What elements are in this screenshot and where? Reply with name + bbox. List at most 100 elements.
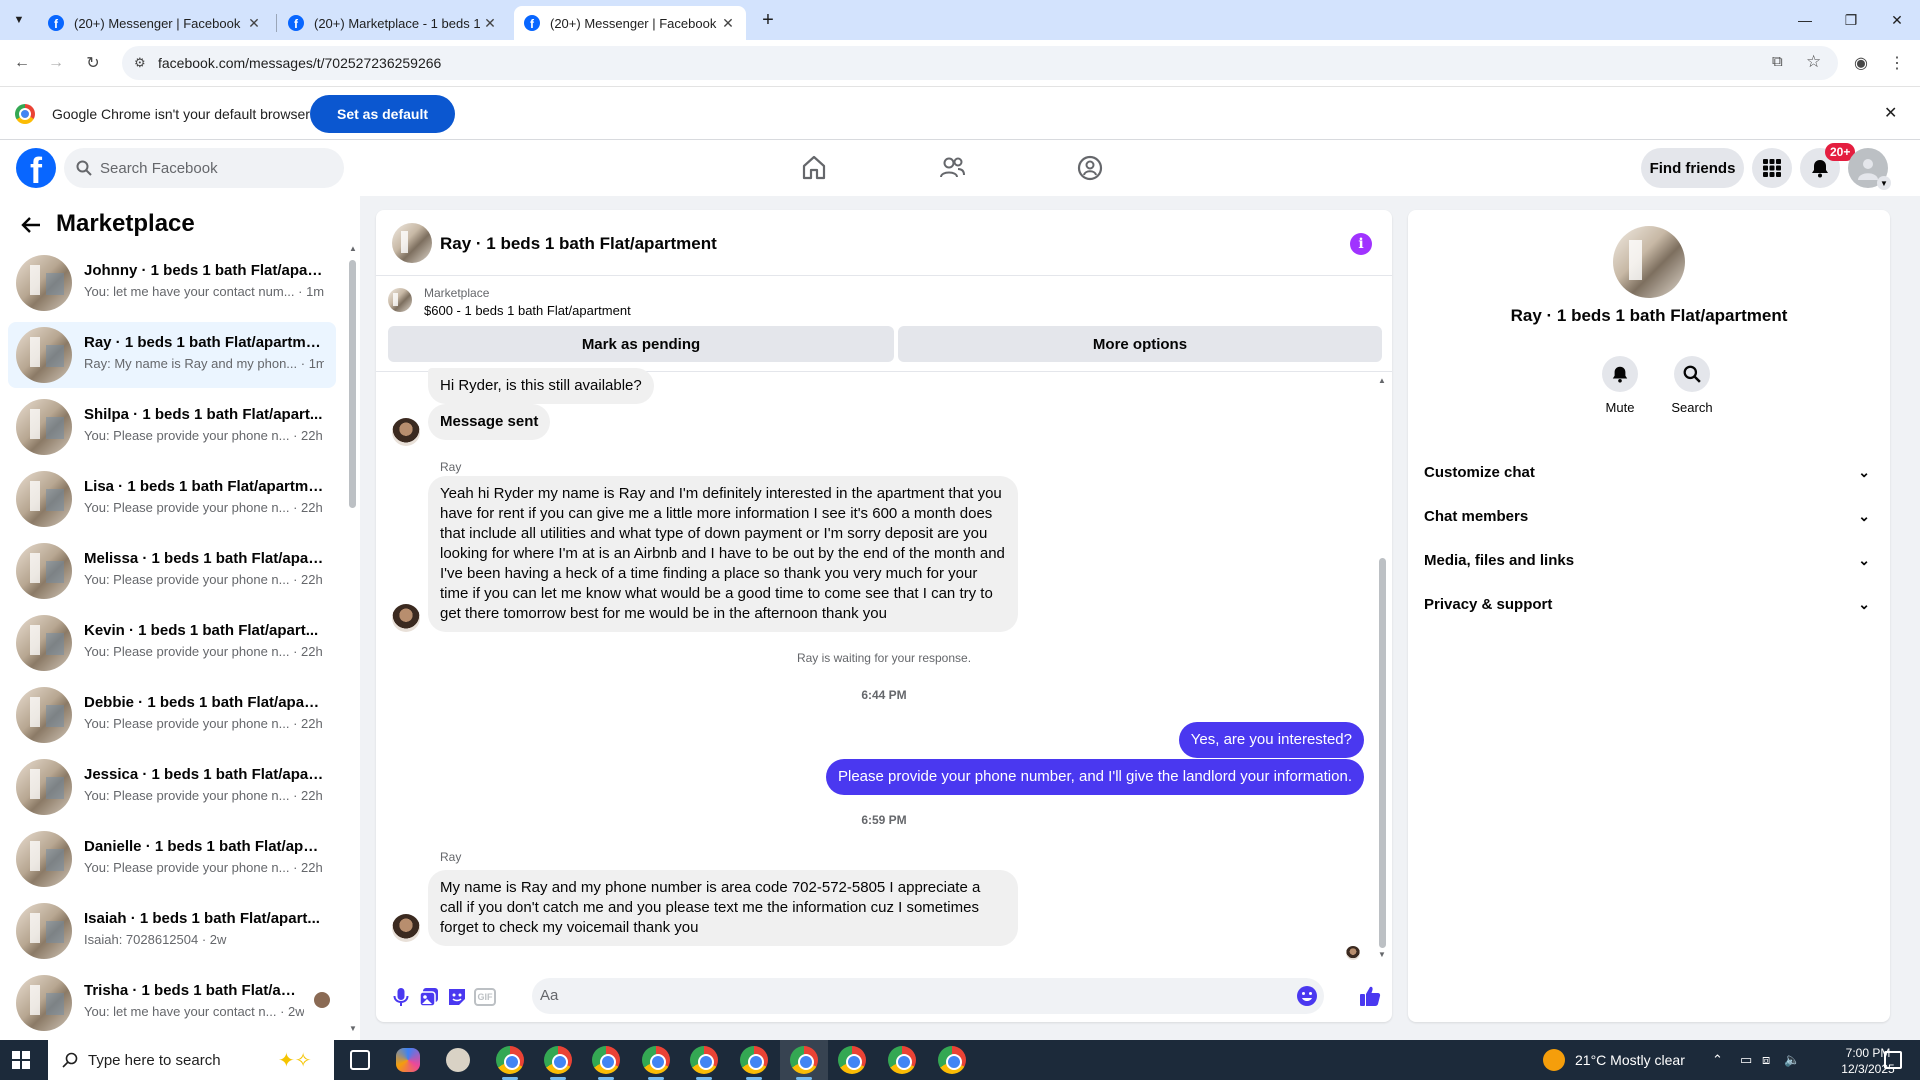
listing-avatar xyxy=(16,615,72,671)
network-icon[interactable]: ▭ xyxy=(1740,1052,1752,1068)
conversation-item[interactable]: Jessica · 1 beds 1 bath Flat/apart... You… xyxy=(8,754,336,820)
close-icon[interactable]: ✕ xyxy=(720,15,736,32)
window-close-icon[interactable]: ✕ xyxy=(1874,0,1920,40)
chrome-taskbar-icon[interactable] xyxy=(496,1046,524,1074)
default-browser-banner: Google Chrome isn't your default browser… xyxy=(0,86,1920,140)
search-facebook-input[interactable]: Search Facebook xyxy=(64,148,344,188)
weather-icon[interactable] xyxy=(1543,1049,1565,1071)
profile-icon[interactable]: ◉ xyxy=(1850,52,1872,74)
address-bar[interactable]: ⚙ facebook.com/messages/t/70252723625926… xyxy=(122,46,1838,80)
media-files-links-row[interactable]: Media, files and links ⌄ xyxy=(1424,538,1876,582)
weather-text[interactable]: 21°C Mostly clear xyxy=(1575,1052,1685,1068)
chat-avatar[interactable] xyxy=(392,223,432,263)
conversation-item[interactable]: Isaiah · 1 beds 1 bath Flat/apart... Isai… xyxy=(8,898,336,964)
chrome-taskbar-icon[interactable] xyxy=(740,1046,768,1074)
chat-scroll-down-arrow[interactable]: ▼ xyxy=(1378,950,1386,959)
site-info-icon[interactable]: ⚙ xyxy=(134,55,146,71)
menu-grid-icon[interactable] xyxy=(1752,148,1792,188)
conversation-item-selected[interactable]: Ray · 1 beds 1 bath Flat/apartment Ray: M… xyxy=(8,322,336,388)
seen-avatar xyxy=(314,992,330,1008)
sender-avatar[interactable] xyxy=(392,418,420,446)
tab-title: (20+) Marketplace - 1 beds 1 b xyxy=(314,15,482,31)
conversation-item[interactable]: Lisa · 1 beds 1 bath Flat/apartment You: … xyxy=(8,466,336,532)
banner-close-icon[interactable]: ✕ xyxy=(1884,103,1897,123)
browser-tab-1[interactable]: f (20+) Messenger | Facebook ✕ xyxy=(38,6,272,40)
copilot-icon[interactable] xyxy=(396,1048,420,1072)
conversation-item[interactable]: Debbie · 1 beds 1 bath Flat/apart... You:… xyxy=(8,682,336,748)
listing-avatar xyxy=(16,471,72,527)
message-input[interactable]: Aa xyxy=(532,978,1324,1014)
chrome-taskbar-icon[interactable] xyxy=(690,1046,718,1074)
facebook-logo-icon[interactable]: f xyxy=(16,148,56,188)
chrome-taskbar-icon[interactable] xyxy=(642,1046,670,1074)
scroll-down-arrow[interactable]: ▼ xyxy=(349,1024,357,1033)
chrome-taskbar-icon-active[interactable] xyxy=(790,1046,818,1074)
find-friends-button[interactable]: Find friends xyxy=(1641,148,1744,188)
reload-icon[interactable]: ↻ xyxy=(82,52,104,74)
conversation-item[interactable]: Danielle · 1 beds 1 bath Flat/apar... You… xyxy=(8,826,336,892)
minimize-icon[interactable]: — xyxy=(1782,0,1828,40)
browser-tab-2[interactable]: f (20+) Marketplace - 1 beds 1 b ✕ xyxy=(278,6,508,40)
conversation-item[interactable]: Shilpa · 1 beds 1 bath Flat/apart... You:… xyxy=(8,394,336,460)
contact-name: Ray · 1 beds 1 bath Flat/apartment xyxy=(1510,306,1788,325)
chat-scrollbar-thumb[interactable] xyxy=(1379,558,1386,948)
contact-avatar[interactable] xyxy=(1613,226,1685,298)
home-icon[interactable] xyxy=(800,154,828,182)
task-view-icon[interactable] xyxy=(350,1050,370,1070)
emoji-icon[interactable] xyxy=(1296,985,1318,1007)
restore-icon[interactable]: ❐ xyxy=(1828,0,1874,40)
friends-icon[interactable] xyxy=(938,154,966,182)
gif-icon[interactable]: GIF xyxy=(474,988,496,1006)
back-arrow-icon[interactable]: ← xyxy=(11,52,33,74)
app-icon[interactable] xyxy=(446,1048,470,1072)
mute-button[interactable]: Mute xyxy=(1590,356,1650,415)
tab-search-button[interactable]: ▼ xyxy=(8,9,30,31)
photo-icon[interactable] xyxy=(418,986,440,1008)
microphone-icon[interactable] xyxy=(390,986,412,1008)
taskbar-search-box[interactable]: Type here to search ✦✧ xyxy=(48,1040,334,1080)
sticker-icon[interactable] xyxy=(446,986,468,1008)
close-icon[interactable]: ✕ xyxy=(482,15,498,32)
windows-start-icon[interactable] xyxy=(12,1051,30,1069)
chrome-taskbar-icon[interactable] xyxy=(888,1046,916,1074)
set-as-default-button[interactable]: Set as default xyxy=(310,95,455,133)
groups-icon[interactable] xyxy=(1076,154,1104,182)
sender-avatar[interactable] xyxy=(392,914,420,942)
chat-title[interactable]: Ray · 1 beds 1 bath Flat/apartment xyxy=(440,234,717,254)
chrome-taskbar-icon[interactable] xyxy=(938,1046,966,1074)
more-options-button[interactable]: More options xyxy=(898,326,1382,362)
chrome-taskbar-icon[interactable] xyxy=(838,1046,866,1074)
privacy-support-row[interactable]: Privacy & support ⌄ xyxy=(1424,582,1876,626)
bookmark-star-icon[interactable]: ☆ xyxy=(1806,52,1821,72)
back-arrow-icon[interactable] xyxy=(20,214,42,236)
search-in-chat-button[interactable]: Search xyxy=(1662,356,1722,415)
customize-chat-row[interactable]: Customize chat ⌄ xyxy=(1424,450,1876,494)
thumbs-up-icon[interactable] xyxy=(1358,984,1382,1008)
conversation-info-icon[interactable]: i xyxy=(1350,233,1372,255)
account-chevron-icon[interactable]: ▼ xyxy=(1877,176,1891,190)
listing-price-title[interactable]: $600 - 1 beds 1 bath Flat/apartment xyxy=(424,303,631,318)
scrollbar-thumb[interactable] xyxy=(349,260,356,508)
install-app-icon[interactable]: ⧉ xyxy=(1772,53,1783,70)
chat-scroll-up-arrow[interactable]: ▲ xyxy=(1378,376,1386,385)
conversation-item[interactable]: Melissa · 1 beds 1 bath Flat/apar... You:… xyxy=(8,538,336,604)
tray-chevron-icon[interactable]: ⌃ xyxy=(1712,1052,1723,1068)
close-icon[interactable]: ✕ xyxy=(246,15,262,32)
chrome-taskbar-icon[interactable] xyxy=(544,1046,572,1074)
conversation-item[interactable]: Kevin · 1 beds 1 bath Flat/apart... You: … xyxy=(8,610,336,676)
volume-icon[interactable]: 🔈 xyxy=(1784,1052,1800,1068)
display-icon[interactable]: ⧈ xyxy=(1762,1052,1770,1068)
conversation-item[interactable]: Johnny · 1 beds 1 bath Flat/apart... You:… xyxy=(8,250,336,316)
chrome-taskbar-icon[interactable] xyxy=(592,1046,620,1074)
scroll-up-arrow[interactable]: ▲ xyxy=(349,244,357,253)
sender-avatar[interactable] xyxy=(392,604,420,632)
notification-center-icon[interactable] xyxy=(1884,1051,1902,1069)
browser-tab-3-active[interactable]: f (20+) Messenger | Facebook ✕ xyxy=(514,6,746,40)
chrome-menu-icon[interactable]: ⋮ xyxy=(1886,52,1908,74)
new-tab-button[interactable]: + xyxy=(756,8,780,32)
listing-thumbnail[interactable] xyxy=(388,288,412,312)
mark-as-pending-button[interactable]: Mark as pending xyxy=(388,326,894,362)
conversation-item[interactable]: Trisha · 1 beds 1 bath Flat/apar... You: … xyxy=(8,970,336,1036)
forward-arrow-icon[interactable]: → xyxy=(45,52,67,74)
chat-members-row[interactable]: Chat members ⌄ xyxy=(1424,494,1876,538)
